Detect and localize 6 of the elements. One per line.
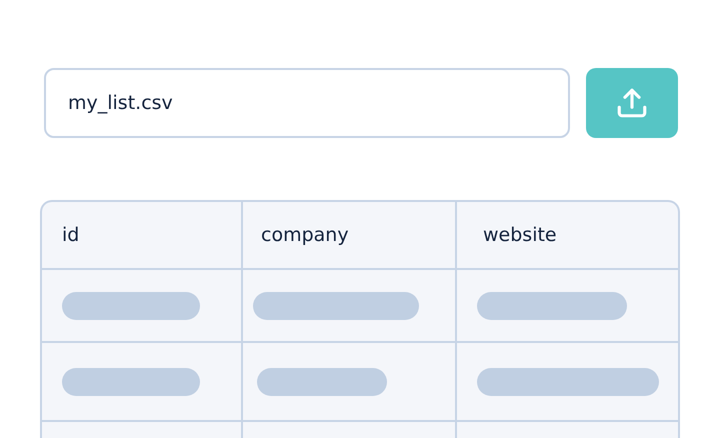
file-name-field[interactable]: my_list.csv bbox=[44, 68, 570, 138]
column-header: website bbox=[482, 223, 558, 248]
upload-icon bbox=[615, 86, 649, 120]
upload-button[interactable] bbox=[586, 68, 678, 138]
column-header: id bbox=[42, 202, 243, 268]
column-header: company bbox=[243, 202, 457, 268]
